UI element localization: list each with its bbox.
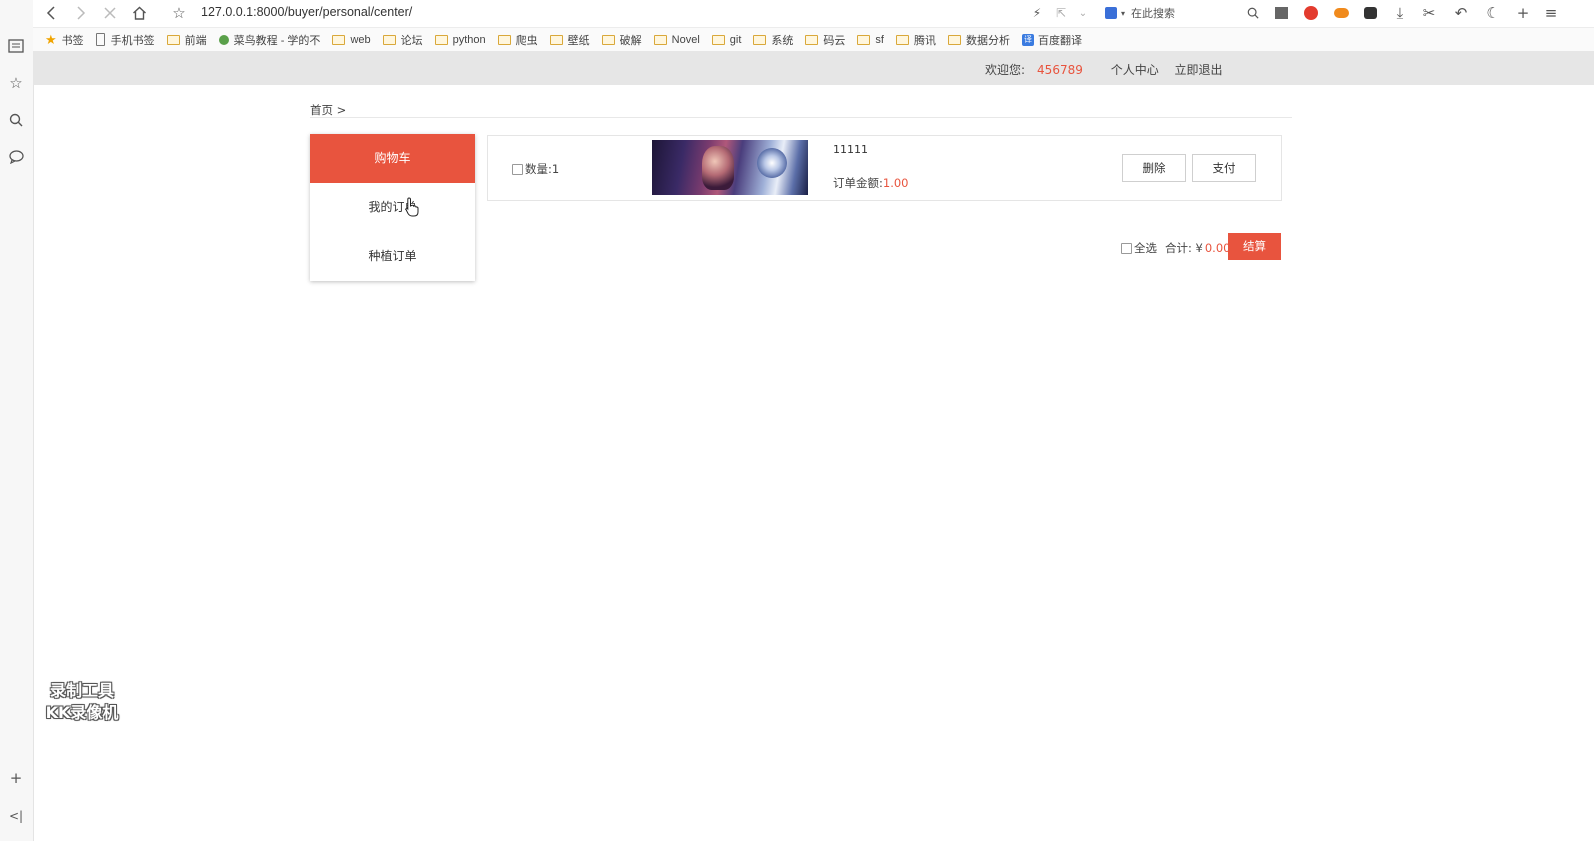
bookmark-folder[interactable]: 腾讯 <box>895 32 936 48</box>
folder-icon <box>857 34 871 45</box>
star-icon: ★ <box>45 31 57 47</box>
folder-icon <box>601 34 615 45</box>
collapse-sidebar-icon[interactable]: <| <box>6 806 26 826</box>
folder-icon <box>753 34 767 45</box>
folder-icon <box>549 34 563 45</box>
recorder-watermark: 录制工具 KK录像机 <box>45 681 119 722</box>
total-value: 0.00 <box>1204 241 1231 255</box>
chat-icon[interactable] <box>6 147 26 167</box>
reader-icon[interactable] <box>6 36 26 56</box>
order-amount: 订单金额:1.00 <box>833 176 909 190</box>
breadcrumb-divider <box>310 117 1292 118</box>
cart-item: 数量:1 11111 订单金额:1.00 删除 支付 <box>487 135 1282 201</box>
forward-icon[interactable] <box>71 3 91 23</box>
add-icon[interactable]: + <box>6 768 26 788</box>
user-id: 456789 <box>1037 63 1083 77</box>
download-icon[interactable]: ⤓ <box>1390 3 1410 23</box>
site-header: 欢迎您: 456789 个人中心 立即退出 <box>33 52 1594 85</box>
translate-icon: 译 <box>1021 33 1034 46</box>
bookmark-item[interactable]: 译百度翻译 <box>1021 32 1082 48</box>
folder-icon <box>805 34 819 45</box>
select-all-label: 全选 <box>1134 241 1157 255</box>
bookmark-folder[interactable]: sf <box>857 34 884 46</box>
folder-icon <box>166 34 180 45</box>
bookmark-star-icon[interactable]: ☆ <box>169 3 189 23</box>
bookmark-folder[interactable]: python <box>434 34 486 46</box>
bookmark-item[interactable]: ★ 书签 <box>45 32 84 48</box>
pay-button[interactable]: 支付 <box>1192 154 1256 182</box>
welcome-text: 欢迎您: 456789 <box>985 63 1083 77</box>
folder-icon <box>895 34 909 45</box>
item-quantity: 数量:1 <box>512 161 559 177</box>
bookmark-item[interactable]: 手机书签 <box>95 32 155 48</box>
bookmark-folder[interactable]: 数据分析 <box>947 32 1010 48</box>
item-checkbox[interactable] <box>512 163 523 175</box>
breadcrumb[interactable]: 首页 > <box>310 102 346 118</box>
runoob-icon <box>218 34 229 45</box>
adblock-icon[interactable] <box>1301 3 1321 23</box>
bookmark-folder[interactable]: 码云 <box>805 32 845 48</box>
logout-link[interactable]: 立即退出 <box>1175 63 1223 77</box>
personal-menu: 购物车 我的订单 种植订单 <box>310 134 475 281</box>
chevron-down-icon[interactable]: ⌄ <box>1073 3 1093 23</box>
stop-icon[interactable] <box>100 3 120 23</box>
search-engine-caret-icon: ▾ <box>1121 8 1126 18</box>
bookmark-folder[interactable]: 破解 <box>601 32 642 48</box>
bookmark-item[interactable]: 菜鸟教程 - 学的不 <box>218 32 320 48</box>
product-name: 11111 <box>833 143 868 156</box>
menu-icon[interactable]: ≡ <box>1541 3 1561 23</box>
search-icon[interactable] <box>1243 3 1263 23</box>
menu-item-planting-orders[interactable]: 种植订单 <box>310 232 475 281</box>
folder-icon <box>711 34 725 45</box>
quantity-label: 数量:1 <box>525 162 560 176</box>
folder-icon <box>947 34 961 45</box>
share-icon[interactable]: ⇱ <box>1051 3 1071 23</box>
order-amount-value: 1.00 <box>882 176 909 190</box>
checkout-button[interactable]: 结算 <box>1228 233 1281 260</box>
lightning-icon[interactable]: ⚡ <box>1027 3 1047 23</box>
bookmark-folder[interactable]: 论坛 <box>382 32 423 48</box>
night-mode-icon[interactable]: ☾ <box>1483 3 1503 23</box>
game-icon[interactable] <box>1331 3 1351 23</box>
scissors-icon[interactable]: ✂ <box>1419 3 1439 23</box>
address-bar[interactable]: 127.0.0.1:8000/buyer/personal/center/ <box>201 5 412 19</box>
bookmark-folder[interactable]: git <box>711 34 741 46</box>
home-icon[interactable] <box>129 3 149 23</box>
bookmark-folder[interactable]: Novel <box>653 34 700 46</box>
favorites-star-icon[interactable]: ☆ <box>6 73 26 93</box>
search-icon[interactable] <box>6 110 26 130</box>
app-icon[interactable] <box>1360 3 1380 23</box>
bookmark-folder[interactable]: web <box>332 34 371 46</box>
total-label: 合计: ¥ <box>1165 241 1203 255</box>
folder-icon <box>434 34 448 45</box>
personal-center-link[interactable]: 个人中心 <box>1111 63 1159 77</box>
select-all-checkbox[interactable] <box>1121 242 1132 254</box>
undo-icon[interactable]: ↶ <box>1451 3 1471 23</box>
folder-icon <box>332 34 346 45</box>
search-engine-icon <box>1105 7 1117 19</box>
bookmark-folder[interactable]: 前端 <box>166 32 207 48</box>
folder-icon <box>653 34 667 45</box>
browser-toolbar: ☆ 127.0.0.1:8000/buyer/personal/center/ … <box>33 0 1594 28</box>
menu-item-cart[interactable]: 购物车 <box>310 134 475 183</box>
user-links: 欢迎您: 456789 个人中心 立即退出 <box>985 61 1235 78</box>
cart-summary: 全选 合计: ¥0.00 <box>1121 240 1230 256</box>
bookmarks-bar: ★ 书签 手机书签 前端 菜鸟教程 - 学的不 web 论坛 python 爬虫 … <box>33 28 1594 52</box>
hand-cursor-icon <box>405 197 419 217</box>
back-icon[interactable] <box>41 3 61 23</box>
search-box[interactable]: ▾ 在此搜索 <box>1105 4 1265 22</box>
extension-icon[interactable] <box>1271 3 1291 23</box>
bookmark-folder[interactable]: 爬虫 <box>497 32 538 48</box>
new-tab-icon[interactable]: + <box>1513 3 1533 23</box>
bookmark-folder[interactable]: 壁纸 <box>549 32 590 48</box>
bookmark-folder[interactable]: 系统 <box>753 32 793 48</box>
search-input[interactable]: 在此搜索 <box>1131 5 1175 21</box>
product-image[interactable] <box>652 140 808 195</box>
delete-button[interactable]: 删除 <box>1122 154 1186 182</box>
menu-item-my-orders[interactable]: 我的订单 <box>310 183 475 232</box>
folder-icon <box>497 34 511 45</box>
folder-icon <box>382 34 396 45</box>
phone-icon <box>95 33 105 46</box>
